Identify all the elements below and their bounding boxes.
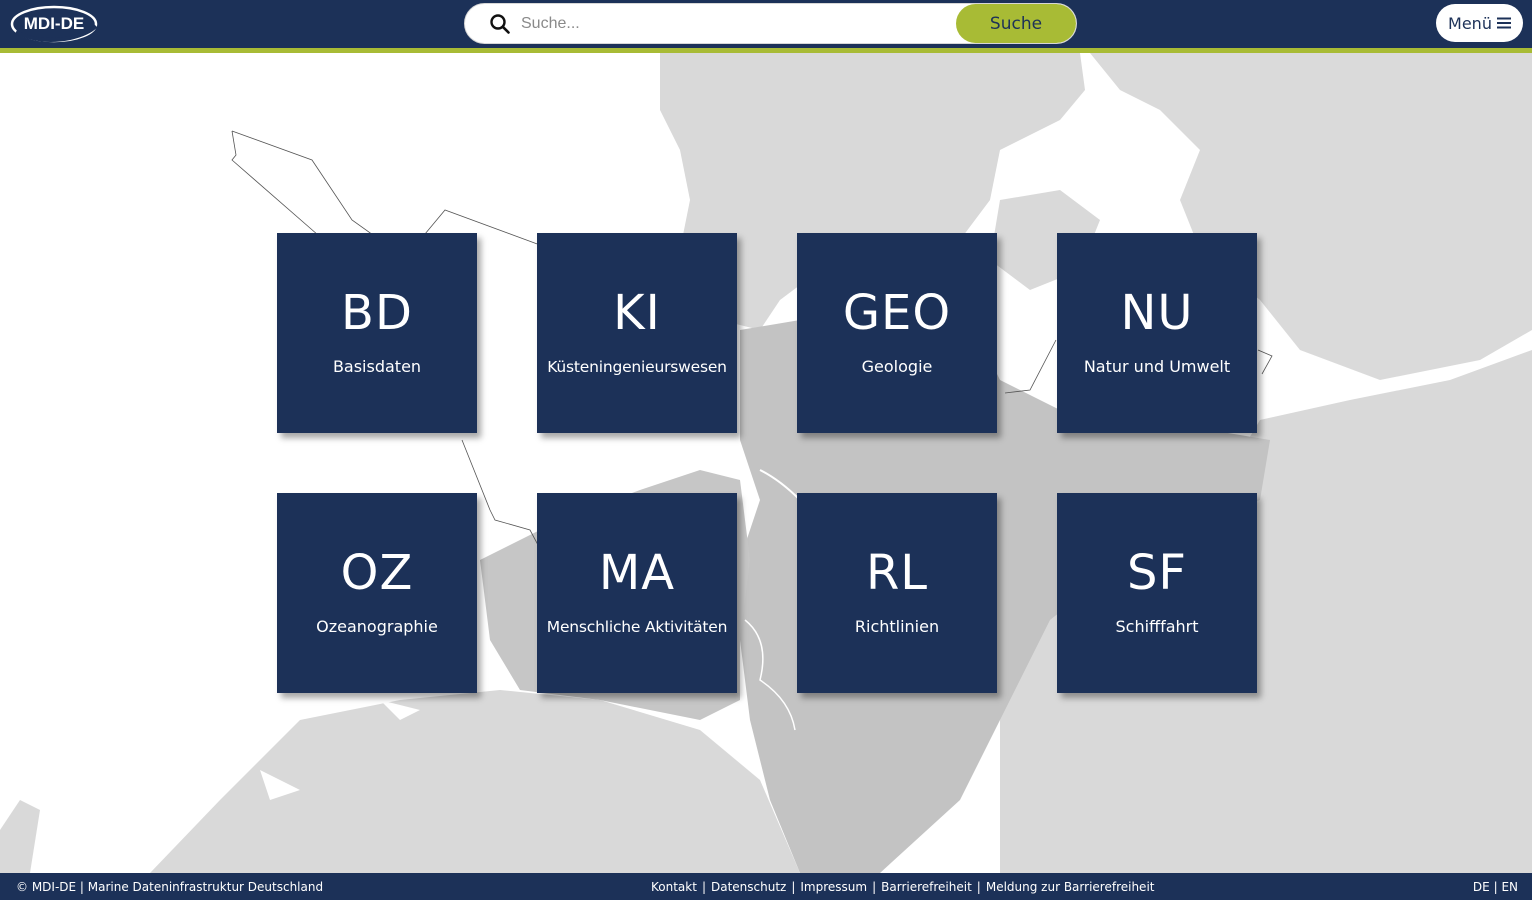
tile-natur-und-umwelt[interactable]: NU Natur und Umwelt [1057,233,1257,433]
map-boundary-line [1257,349,1273,375]
tile-geologie[interactable]: GEO Geologie [797,233,997,433]
footer-links: Kontakt | Datenschutz | Impressum | Barrierefr… [651,880,1154,894]
map-boundary-line [1004,339,1057,394]
tile-abbreviation: OZ [340,545,414,601]
logo-text: MDI-DE [24,14,84,33]
search-icon[interactable] [489,13,511,35]
search-bar: Suche [464,3,1077,44]
footer-separator: | [791,880,796,894]
header-bar: MDI-DE Suche Menü [0,0,1532,48]
language-switcher: DE | EN [1473,880,1518,894]
background-map [0,53,1532,873]
tile-abbreviation: NU [1120,285,1194,341]
map-land-uk [0,800,40,873]
footer-copyright: © MDI-DE | Marine Dateninfrastruktur Deu… [16,880,324,894]
tile-richtlinien[interactable]: RL Richtlinien [797,493,997,693]
tile-abbreviation: GEO [842,285,952,341]
language-separator: | [1493,880,1498,894]
footer-separator: | [976,880,981,894]
tile-ozeanographie[interactable]: OZ Ozeanographie [277,493,477,693]
search-input[interactable] [521,10,951,38]
tile-basisdaten[interactable]: BD Basisdaten [277,233,477,433]
footer-separator: | [872,880,877,894]
menu-button[interactable]: Menü [1436,4,1523,42]
hamburger-menu-icon [1496,17,1511,29]
language-de-link[interactable]: DE [1473,880,1490,894]
tile-label: Basisdaten [332,357,422,376]
tile-menschliche-aktivitaeten[interactable]: MA Menschliche Aktivitäten [537,493,737,693]
footer-link-kontakt[interactable]: Kontakt [651,880,697,894]
search-button[interactable]: Suche [956,4,1076,43]
tile-schifffahrt[interactable]: SF Schifffahrt [1057,493,1257,693]
tile-label: Schifffahrt [1115,617,1199,636]
tile-label: Menschliche Aktivitäten [546,618,728,636]
footer-link-meldung-barrierefreiheit[interactable]: Meldung zur Barrierefreiheit [986,880,1155,894]
map-boundary-line [231,130,541,246]
tile-abbreviation: MA [598,545,676,601]
tile-kuesteningenieurswesen[interactable]: KI Küsteningenieurswesen [537,233,737,433]
language-en-link[interactable]: EN [1501,880,1518,894]
tile-abbreviation: RL [865,545,929,601]
footer-link-datenschutz[interactable]: Datenschutz [711,880,786,894]
footer-separator: | [701,880,706,894]
tile-label: Richtlinien [854,617,940,636]
tile-label: Küsteningenieurswesen [547,358,727,376]
tile-label: Geologie [861,357,933,376]
footer-link-barrierefreiheit[interactable]: Barrierefreiheit [881,880,972,894]
tile-abbreviation: SF [1126,545,1188,601]
menu-label: Menü [1448,13,1492,33]
footer-bar: © MDI-DE | Marine Dateninfrastruktur Deu… [0,873,1532,900]
mdi-de-logo[interactable]: MDI-DE [10,4,98,44]
tile-abbreviation: KI [613,285,661,341]
tile-label: Ozeanographie [316,617,438,636]
tile-abbreviation: BD [341,285,413,341]
footer-link-impressum[interactable]: Impressum [800,880,867,894]
tile-label: Natur und Umwelt [1083,357,1231,376]
